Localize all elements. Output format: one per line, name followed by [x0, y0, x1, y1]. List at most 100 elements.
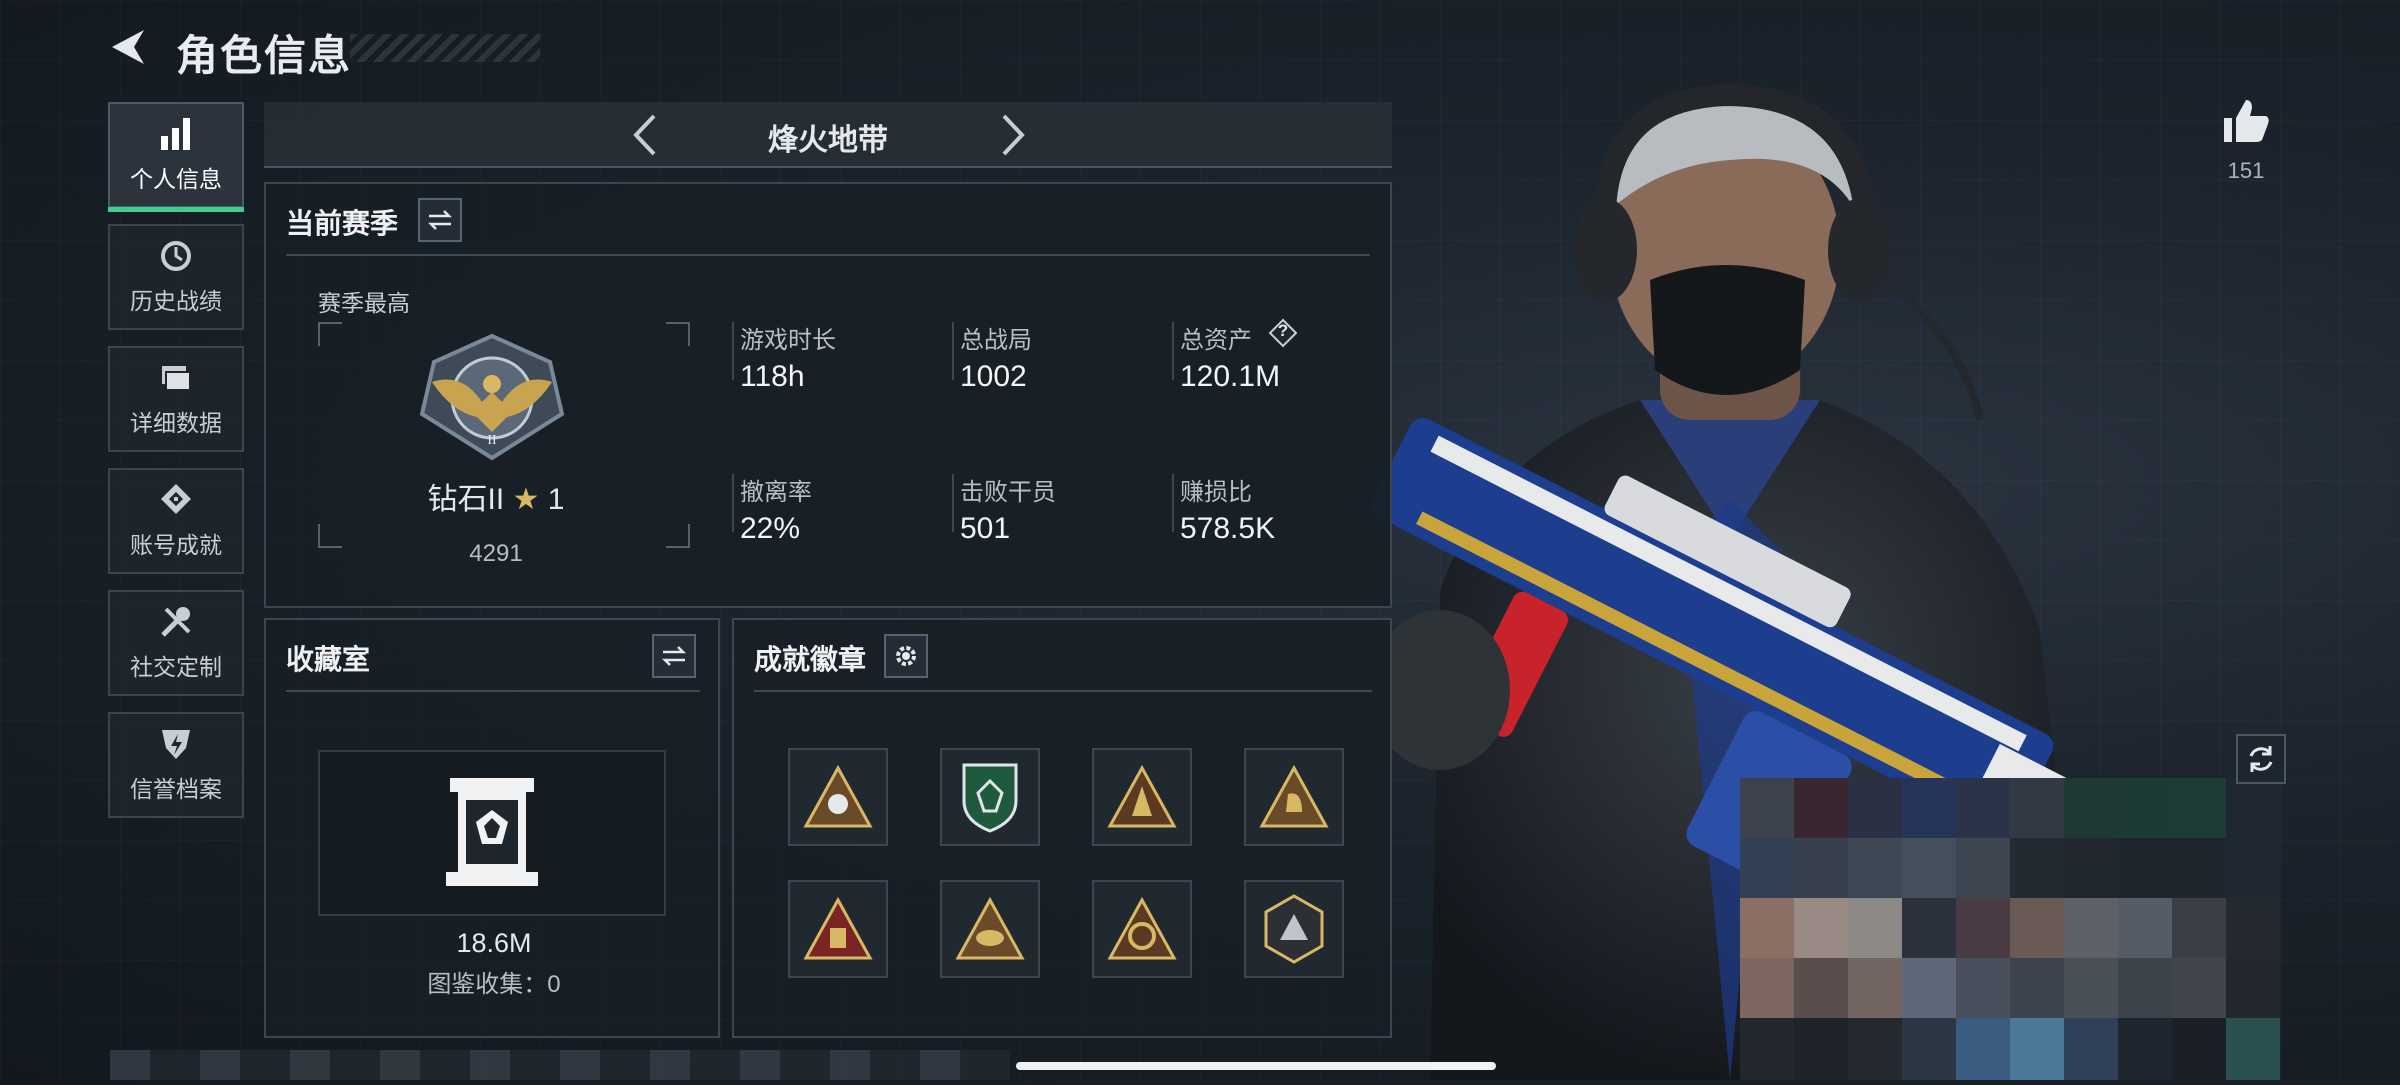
- stat-divider: [952, 322, 954, 380]
- mode-selector: 烽火地带: [264, 102, 1392, 168]
- frame-corner: [318, 524, 342, 548]
- help-mark: ?: [1277, 321, 1289, 340]
- collection-value: 18.6M: [456, 928, 532, 958]
- stat-divider: [1172, 474, 1174, 532]
- triangle-badge-icon: [803, 896, 873, 960]
- season-switch-button[interactable]: [418, 198, 462, 242]
- nav-label: 历史战绩: [130, 288, 222, 314]
- stat-value: 578.5K: [1180, 512, 1276, 545]
- achievement-badge[interactable]: [1092, 880, 1192, 978]
- gear-icon: [896, 646, 916, 666]
- folders-icon: [162, 366, 191, 391]
- stat-divider: [732, 322, 734, 380]
- stat-value: 22%: [740, 512, 801, 545]
- stat-label: 撤离率: [740, 479, 812, 506]
- mode-name: 烽火地带: [768, 124, 888, 157]
- stat-value: 501: [960, 512, 1011, 545]
- achievement-badge[interactable]: [940, 748, 1040, 846]
- shield-badge-icon: [962, 763, 1018, 833]
- triangle-badge-icon: [955, 896, 1025, 960]
- achievement-badge[interactable]: [1244, 748, 1344, 846]
- nav-item-achievements[interactable]: 账号成就: [108, 468, 244, 574]
- history-icon: [161, 241, 191, 271]
- blurred-region: [1740, 778, 2280, 1080]
- divider: [286, 690, 700, 692]
- title-decoration: [350, 34, 540, 62]
- svg-text:II: II: [487, 433, 497, 448]
- home-indicator[interactable]: [1016, 1062, 1496, 1070]
- display-cabinet-icon: [446, 778, 538, 886]
- total-assets-help-button[interactable]: ?: [1268, 318, 1298, 348]
- nav-label: 社交定制: [130, 654, 222, 680]
- collection-panel: 收藏室 18.6M 图鉴收集：0: [264, 618, 720, 1038]
- achievement-badges-panel: 成就徽章: [732, 618, 1392, 1038]
- stat-divider: [952, 474, 954, 532]
- nav-label: 个人信息: [130, 166, 222, 192]
- swap-icon: [427, 210, 453, 230]
- nav-item-reputation-record[interactable]: 信誉档案: [108, 712, 244, 818]
- tools-icon: [161, 607, 191, 637]
- achievement-badge[interactable]: [1244, 880, 1344, 978]
- triangle-badge-icon: [1107, 896, 1177, 960]
- diamond-rank-emblem-icon: II: [419, 333, 565, 461]
- achievements-settings-button[interactable]: [884, 634, 928, 678]
- star-icon: ★: [512, 483, 540, 516]
- triangle-badge-icon: [1107, 764, 1177, 828]
- achievement-icon: [161, 484, 191, 514]
- frame-corner: [666, 524, 690, 548]
- rank-name: 钻石II: [427, 483, 505, 516]
- current-season-panel: 当前赛季 赛季最高 II 钻石II ★ 1 4291 游戏时长 118h 总战局…: [264, 182, 1392, 608]
- frame-corner: [666, 322, 690, 346]
- triangle-badge-icon: [803, 764, 873, 828]
- shield-bolt-icon: [162, 730, 190, 759]
- nav-label: 信誉档案: [130, 776, 222, 802]
- collection-display-case[interactable]: [318, 750, 666, 916]
- achievement-badge[interactable]: [788, 880, 888, 978]
- rank-score: 4291: [469, 540, 523, 567]
- swap-icon: [661, 646, 687, 666]
- nav-item-social-customization[interactable]: 社交定制: [108, 590, 244, 696]
- collection-title: 收藏室: [286, 644, 371, 675]
- codex-collection-count: 图鉴收集：0: [427, 971, 561, 998]
- achievement-badge[interactable]: [788, 748, 888, 846]
- nav-item-detailed-data[interactable]: 详细数据: [108, 346, 244, 452]
- mosaic-pattern: [1740, 778, 2280, 1080]
- frame-corner: [318, 322, 342, 346]
- stat-value: 120.1M: [1180, 360, 1281, 393]
- nav-item-match-history[interactable]: 历史战绩: [108, 224, 244, 330]
- active-indicator: [108, 207, 244, 212]
- rank-stars: 1: [547, 483, 565, 516]
- divider: [754, 690, 1372, 692]
- stat-label: 总资产: [1180, 327, 1252, 354]
- stat-label: 赚损比: [1180, 479, 1252, 506]
- stat-divider: [1172, 322, 1174, 380]
- triangle-badge-icon: [1259, 764, 1329, 828]
- stat-value: 1002: [960, 360, 1027, 393]
- stat-label: 游戏时长: [740, 327, 836, 354]
- hexagon-badge-icon: [1264, 894, 1324, 964]
- refresh-icon: [2249, 746, 2273, 772]
- bar-chart-icon: [161, 118, 190, 150]
- stat-label: 总战局: [960, 327, 1032, 354]
- nav-label: 账号成就: [130, 532, 222, 558]
- nav-item-personal-info[interactable]: 个人信息: [108, 102, 244, 212]
- achievements-title: 成就徽章: [754, 644, 867, 675]
- rank-line: 钻石II ★ 1: [366, 474, 626, 518]
- achievement-badge[interactable]: [1092, 748, 1192, 846]
- back-arrow-icon[interactable]: [104, 24, 150, 70]
- season-title: 当前赛季: [286, 208, 399, 239]
- thumbs-up-icon[interactable]: [2222, 98, 2270, 144]
- stat-value: 118h: [740, 360, 805, 393]
- achievement-badge[interactable]: [940, 880, 1040, 978]
- divider: [286, 254, 1370, 256]
- blurred-bottom-strip: [110, 1050, 1010, 1080]
- stat-label: 击败干员: [960, 479, 1056, 506]
- next-mode-arrow-icon[interactable]: [990, 112, 1034, 158]
- stat-divider: [732, 474, 734, 532]
- season-best-label: 赛季最高: [318, 290, 410, 316]
- rotate-character-button[interactable]: [2236, 734, 2286, 784]
- likes-count: 151: [2227, 158, 2265, 183]
- page-title: 角色信息: [176, 32, 353, 79]
- nav-label: 详细数据: [130, 410, 222, 436]
- collection-switch-button[interactable]: [652, 634, 696, 678]
